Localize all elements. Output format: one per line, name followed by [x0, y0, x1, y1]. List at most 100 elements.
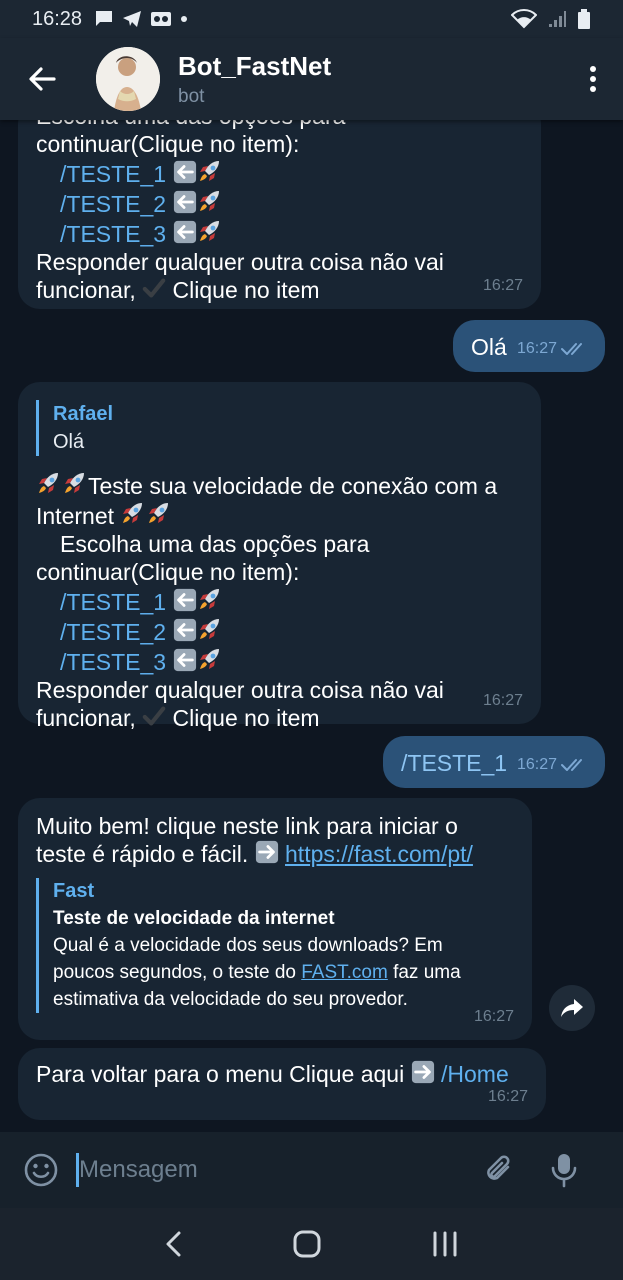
message-text: funcionar, — [36, 705, 136, 731]
bot-message-menu-top[interactable]: Escolha uma das opções para continuar(Cl… — [18, 120, 541, 309]
signal-icon — [549, 11, 566, 27]
bot-message-menu[interactable]: Rafael Olá Teste sua velocidade de conex… — [18, 382, 541, 731]
left-arrow-emoji-icon — [173, 220, 197, 244]
left-arrow-emoji-icon — [173, 618, 197, 642]
message-text: Escolha uma das opções para — [60, 531, 370, 557]
microphone-icon — [551, 1154, 577, 1188]
message-text-row: Internet — [36, 500, 523, 530]
preview-description: poucos segundos, o teste do — [53, 962, 302, 983]
message-text: teste é rápido e fácil. — [36, 841, 249, 867]
preview-description: Qual é a velocidade dos seus downloads? … — [53, 935, 443, 956]
left-arrow-emoji-icon — [173, 190, 197, 214]
message-text: Responder qualquer outra coisa não vai — [36, 249, 444, 275]
message-text: Para voltar para o menu Clique aqui — [36, 1061, 405, 1087]
voice-record-button[interactable] — [529, 1152, 599, 1188]
fast-url-link[interactable]: https://fast.com/pt/ — [285, 841, 473, 867]
dot-icon — [181, 16, 188, 22]
share-button[interactable] — [549, 985, 595, 1031]
message-text-row: funcionar, Clique no item — [36, 276, 523, 304]
message-text-row: teste é rápido e fácil. https://fast.com… — [36, 840, 514, 868]
message-input[interactable] — [79, 1156, 469, 1184]
option-line: /TESTE_2 — [36, 188, 523, 218]
chat-header: Bot_FastNet bot — [0, 38, 623, 120]
user-message-teste1[interactable]: /TESTE_1 16:27 — [383, 736, 605, 788]
back-arrow-icon — [29, 67, 56, 91]
status-bar: 16:28 — [0, 0, 623, 38]
message-text: Responder qualquer outra coisa não vai — [36, 677, 444, 703]
bot-message-fast-link[interactable]: Muito bem! clique neste link para inicia… — [18, 798, 532, 1040]
emoji-button[interactable] — [0, 1152, 82, 1188]
command-link-teste2[interactable]: /TESTE_2 — [60, 619, 166, 645]
option-line: /TESTE_1 — [36, 158, 523, 188]
message-text: Internet — [36, 503, 114, 529]
reply-text: Olá — [53, 431, 85, 453]
rocket-icon — [146, 500, 172, 526]
command-link-teste1[interactable]: /TESTE_1 — [60, 589, 166, 615]
preview-description-row: poucos segundos, o teste do FAST.com faz… — [53, 959, 514, 986]
reply-author: Rafael — [53, 403, 114, 425]
message-text: continuar(Clique no item): — [36, 131, 300, 157]
left-arrow-emoji-icon — [173, 588, 197, 612]
chat-titles[interactable]: Bot_FastNet bot — [178, 51, 331, 108]
option-line: /TESTE_3 — [36, 646, 523, 676]
command-link-teste1[interactable]: /TESTE_1 — [60, 161, 166, 187]
nav-back-icon[interactable] — [164, 1230, 184, 1258]
option-line: /TESTE_1 — [36, 586, 523, 616]
option-line: /TESTE_2 — [36, 616, 523, 646]
message-text-row: Para voltar para o menu Clique aqui /Hom… — [36, 1060, 528, 1088]
nav-home-icon[interactable] — [292, 1229, 322, 1259]
avatar-figure-icon — [96, 47, 160, 111]
message-time: 16:27 — [473, 1008, 514, 1025]
message-command: /TESTE_1 — [401, 750, 508, 776]
message-composer — [0, 1132, 623, 1208]
system-icons — [511, 8, 591, 30]
share-arrow-icon — [561, 999, 583, 1017]
rocket-icon — [120, 500, 146, 526]
battery-icon — [578, 9, 590, 29]
double-check-read-icon — [561, 758, 587, 772]
system-navigation-bar — [0, 1208, 623, 1280]
left-arrow-emoji-icon — [173, 648, 197, 672]
message-text-row: funcionar, Clique no item — [36, 704, 523, 732]
rocket-icon — [197, 218, 223, 244]
message-text: Clique no item — [166, 277, 320, 303]
message-list[interactable]: Escolha uma das opções para continuar(Cl… — [0, 120, 623, 1132]
command-link-teste2[interactable]: /TESTE_2 — [60, 191, 166, 217]
message-text: Teste sua velocidade de conexão com a — [88, 473, 498, 499]
preview-description: faz uma — [387, 962, 461, 983]
reply-quote[interactable]: Rafael Olá — [36, 400, 523, 456]
double-check-read-icon — [561, 342, 587, 356]
bot-message-home[interactable]: Para voltar para o menu Clique aqui /Hom… — [18, 1048, 546, 1120]
nav-recents-icon[interactable] — [431, 1231, 459, 1257]
preview-fast-link[interactable]: FAST.com — [301, 962, 388, 983]
right-arrow-emoji-icon — [255, 840, 279, 864]
preview-site-name: Fast — [53, 880, 95, 902]
link-preview[interactable]: Fast Teste de velocidade da internet Qua… — [36, 878, 514, 1013]
message-text: Muito bem! clique neste link para inicia… — [36, 813, 458, 839]
left-arrow-emoji-icon — [173, 160, 197, 184]
check-mark-emoji-icon — [142, 276, 166, 300]
message-time: 16:27 — [482, 692, 523, 709]
message-time: 16:27 — [517, 751, 587, 779]
message-text: funcionar, — [36, 277, 136, 303]
bot-avatar[interactable] — [96, 47, 160, 111]
message-text-row: Teste sua velocidade de conexão com a — [36, 470, 523, 500]
wifi-icon — [511, 9, 537, 29]
right-arrow-emoji-icon — [411, 1060, 435, 1084]
message-text: Olá — [471, 334, 507, 360]
telegram-notification-icon — [123, 11, 142, 27]
chat-title: Bot_FastNet — [178, 50, 332, 81]
rocket-icon — [197, 158, 223, 184]
rocket-icon — [36, 470, 62, 496]
attach-button[interactable] — [469, 1153, 529, 1187]
back-button[interactable] — [0, 38, 84, 120]
command-link-teste3[interactable]: /TESTE_3 — [60, 649, 166, 675]
emoji-smile-icon — [24, 1153, 58, 1187]
rocket-icon — [197, 616, 223, 642]
preview-title: Teste de velocidade da internet — [53, 908, 335, 929]
message-time: 16:27 — [487, 1088, 528, 1105]
message-text: continuar(Clique no item): — [36, 559, 300, 585]
user-message-ola[interactable]: Olá 16:27 — [453, 320, 605, 372]
more-menu-button[interactable] — [563, 38, 623, 120]
command-link-teste3[interactable]: /TESTE_3 — [60, 221, 166, 247]
